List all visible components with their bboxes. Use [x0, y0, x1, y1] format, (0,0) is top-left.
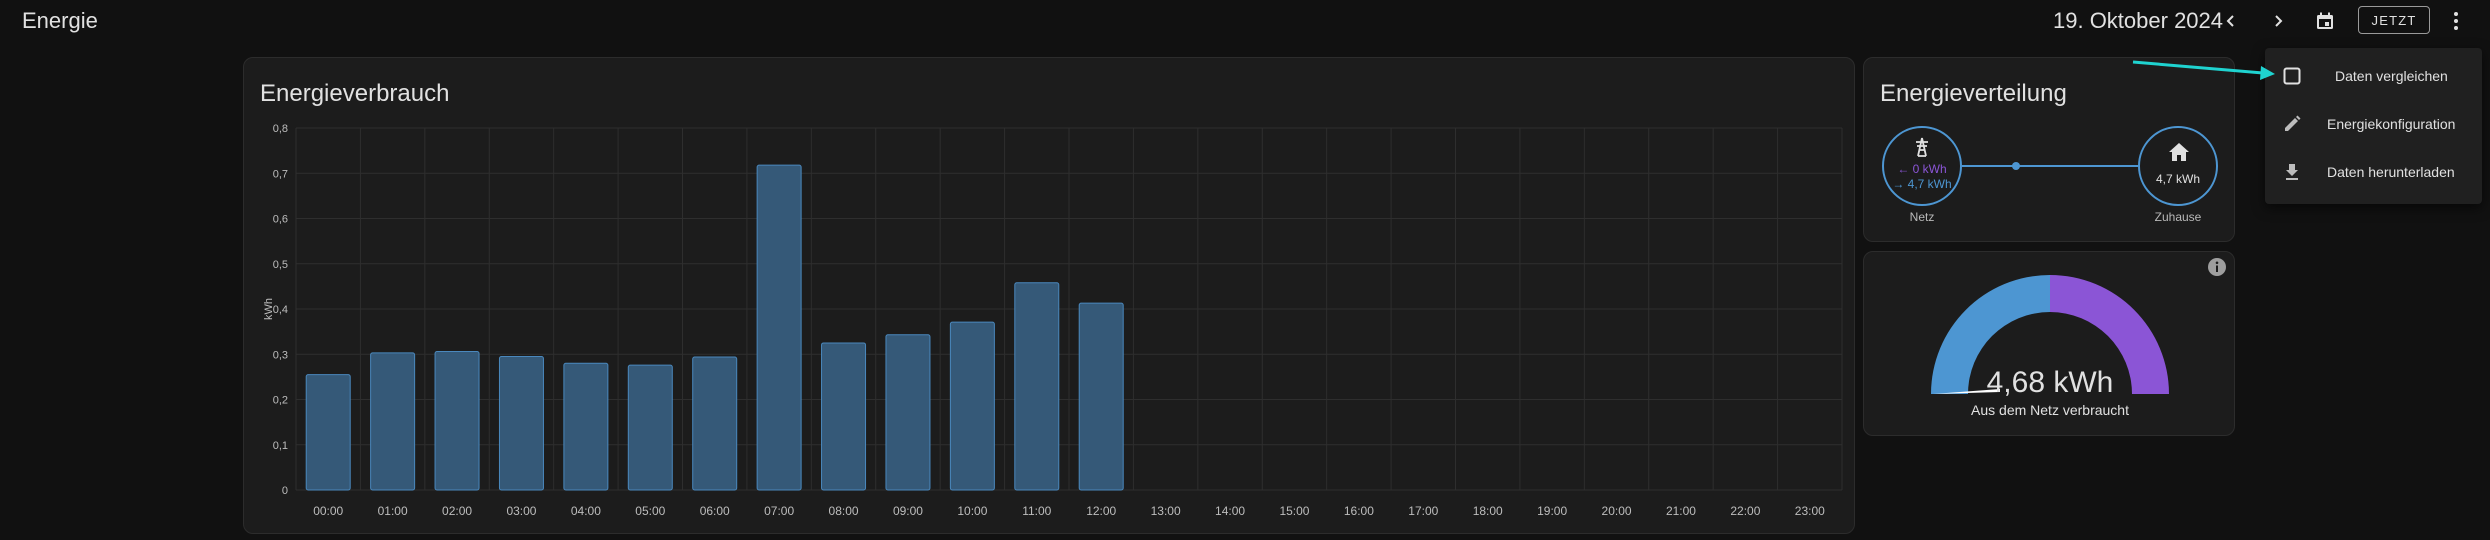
x-tick-label: 19:00	[1537, 504, 1567, 518]
calendar-icon	[2317, 12, 2333, 29]
menu-label-download-data: Daten herunterladen	[2327, 164, 2455, 180]
x-tick-label: 16:00	[1344, 504, 1374, 518]
bar	[1014, 282, 1060, 491]
y-tick-label: 0,5	[273, 259, 288, 271]
menu-item-compare-data[interactable]: Daten vergleichen	[2265, 52, 2482, 100]
transmission-tower-icon	[1916, 137, 1928, 157]
x-tick-label: 20:00	[1602, 504, 1632, 518]
bar	[756, 164, 802, 491]
energy-usage-card: Energieverbrauch 0 0,1 0,2 0,3 0,4 0,5 0,6 0,7 0…	[243, 57, 1855, 534]
pencil-icon	[2281, 113, 2303, 135]
grid-consumption-value: → 4,7 kWh	[1892, 177, 1952, 191]
y-axis-label: kWh	[263, 298, 275, 320]
x-tick-label: 23:00	[1795, 504, 1825, 518]
page-title: Energie	[22, 8, 98, 33]
x-tick-label: 05:00	[635, 504, 665, 518]
x-tick-label: 09:00	[893, 504, 923, 518]
x-tick-label: 01:00	[378, 504, 408, 518]
date-display: 19. Oktober 2024	[2053, 8, 2224, 33]
y-tick-label: 0,3	[273, 349, 288, 361]
bar	[885, 334, 931, 491]
y-tick-label: 0,2	[273, 395, 288, 407]
x-tick-label: 14:00	[1215, 504, 1245, 518]
home-icon	[2169, 143, 2189, 161]
grid-label: Netz	[1909, 210, 1935, 224]
y-tick-label: 0,8	[273, 123, 288, 135]
y-tick-label: 0,7	[273, 168, 288, 180]
y-tick-label: 0,1	[273, 440, 288, 452]
prev-day-button[interactable]	[2218, 8, 2244, 34]
annotation-arrow	[2132, 60, 2275, 80]
now-button[interactable]: JETZT	[2358, 6, 2430, 34]
x-tick-label: 13:00	[1151, 504, 1181, 518]
x-tick-label: 15:00	[1279, 504, 1309, 518]
x-tick-label: 18:00	[1473, 504, 1503, 518]
y-tick-label: 0	[282, 485, 288, 497]
x-tick-label: 02:00	[442, 504, 472, 518]
home-label: Zuhause	[2154, 210, 2202, 224]
menu-label-energy-config: Energiekonfiguration	[2327, 116, 2456, 132]
bar	[949, 321, 995, 491]
more-options-button[interactable]	[2443, 8, 2469, 34]
x-tick-label: 10:00	[957, 504, 987, 518]
x-tick-label: 08:00	[829, 504, 859, 518]
bar	[1078, 302, 1124, 491]
x-tick-label: 12:00	[1086, 504, 1116, 518]
home-node[interactable]: 4,7 kWh	[2138, 126, 2218, 206]
x-tick-label: 03:00	[506, 504, 536, 518]
home-value: 4,7 kWh	[2155, 172, 2200, 186]
bar	[498, 356, 544, 491]
bar	[692, 356, 738, 491]
calendar-button[interactable]	[2312, 8, 2338, 34]
menu-item-energy-config[interactable]: Energiekonfiguration	[2265, 100, 2482, 148]
x-tick-label: 06:00	[700, 504, 730, 518]
bar	[563, 362, 609, 491]
bar	[627, 364, 673, 491]
y-tick-label: 0,6	[273, 214, 288, 226]
x-tick-label: 00:00	[313, 504, 343, 518]
dots-vertical-icon	[2454, 12, 2458, 30]
top-bar: Energie 19. Oktober 2024 JETZT	[0, 0, 2490, 44]
x-tick-label: 17:00	[1408, 504, 1438, 518]
download-icon	[2281, 161, 2303, 183]
grid-consumption-gauge-card: 4,68 kWh Aus dem Netz verbraucht	[1863, 251, 2235, 436]
next-day-button[interactable]	[2265, 8, 2291, 34]
bar	[434, 351, 480, 491]
gauge-caption: Aus dem Netz verbraucht	[1971, 402, 2129, 418]
energy-distribution-card: Energieverteilung ← 0 kWh → 4,7 kWh Netz…	[1863, 57, 2235, 242]
bar	[821, 342, 867, 491]
chevron-left-icon	[2226, 15, 2234, 27]
overflow-menu: Daten vergleichen Energiekonfiguration D…	[2265, 48, 2482, 204]
bar	[305, 374, 351, 491]
menu-label-compare-data: Daten vergleichen	[2335, 68, 2448, 84]
grid-node[interactable]: ← 0 kWh → 4,7 kWh	[1882, 126, 1962, 206]
menu-item-download-data[interactable]: Daten herunterladen	[2265, 148, 2482, 196]
x-tick-label: 22:00	[1730, 504, 1760, 518]
bar	[370, 352, 416, 491]
energy-usage-chart: 00,10,20,30,40,50,60,70,8kWh00:00 01:00 02…	[263, 123, 1843, 518]
gauge-value: 4,68 kWh	[1986, 366, 2114, 399]
x-tick-label: 07:00	[764, 504, 794, 518]
grid-return-value: ← 0 kWh	[1897, 162, 1947, 176]
x-tick-label: 04:00	[571, 504, 601, 518]
chevron-right-icon	[2275, 15, 2283, 27]
x-tick-label: 21:00	[1666, 504, 1696, 518]
x-tick-label: 11:00	[1022, 504, 1051, 518]
